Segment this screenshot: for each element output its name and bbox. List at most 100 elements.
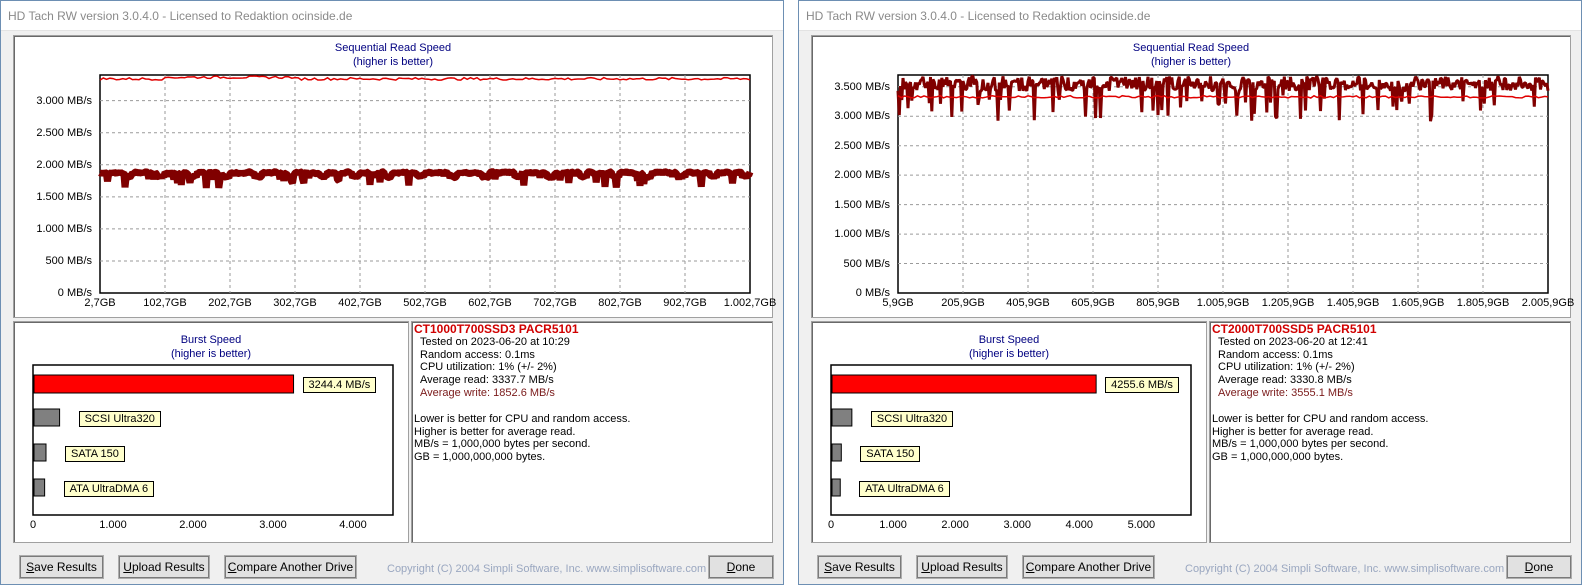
tested-date: Tested on 2023-06-20 at 12:41 [1218, 335, 1368, 348]
info-note: Lower is better for CPU and random acces… [1212, 412, 1429, 425]
y-tick-label: 2.500 MB/s [36, 126, 92, 139]
y-tick-label: 3.500 MB/s [834, 80, 890, 93]
burst-axis-label: 3.000 [259, 519, 287, 531]
window-title: HD Tach RW version 3.0.4.0 - Licensed to… [8, 9, 353, 23]
copyright-link[interactable]: Copyright (C) 2004 Simpli Software, Inc.… [387, 563, 706, 575]
save-results-button-accelerator: S [26, 560, 35, 574]
info-note: Higher is better for average read. [1212, 425, 1374, 438]
save-results-button-accelerator: S [824, 560, 833, 574]
ref-bar [831, 408, 853, 427]
done-button-accelerator: D [726, 560, 736, 574]
burst-bar [831, 374, 1097, 394]
upload-results-button-label: pload Results [131, 560, 205, 574]
seq-plot [896, 74, 1550, 294]
y-tick-label: 500 MB/s [843, 257, 890, 270]
seq-plot [98, 74, 754, 294]
drive-model: CT2000T700SSD5 PACR5101 [1212, 322, 1377, 336]
drive-info-panel: CT2000T700SSD5 PACR5101 Tested on 2023-06… [1209, 321, 1571, 543]
y-tick-label: 2.000 MB/s [36, 158, 92, 171]
done-button-label: one [735, 560, 756, 574]
burst-axis-label: 4.000 [339, 519, 367, 531]
ref-label: SATA 150 [65, 446, 125, 462]
average-write: Average write: 1852.6 MB/s [420, 386, 555, 399]
burst-chart-title: Burst Speed [180, 334, 242, 346]
burst-bar [33, 374, 295, 394]
drive-stats: Tested on 2023-06-20 at 10:29 Random acce… [414, 336, 630, 400]
y-tick-label: 2.500 MB/s [834, 139, 890, 152]
burst-speed-panel: Burst Speed (higher is better) 3244.4 MB/s… [13, 321, 409, 543]
seq-chart-title: Sequential Read Speed [334, 42, 452, 54]
ref-label: SCSI Ultra320 [870, 411, 954, 427]
x-tick-label: 2.005,9GB [1521, 297, 1575, 309]
upload-results-button-accelerator: U [921, 560, 930, 574]
compare-another-drive-button[interactable]: Compare Another Drive [224, 555, 357, 579]
burst-value-label: 3244.4 MB/s [302, 377, 377, 393]
compare-another-drive-button[interactable]: Compare Another Drive [1022, 555, 1155, 579]
burst-chart-subtitle: (higher is better) [968, 348, 1050, 360]
burst-speed-panel: Burst Speed (higher is better) 4255.6 MB/s… [811, 321, 1207, 543]
save-results-button-label: ave Results [34, 560, 97, 574]
upload-results-button[interactable]: Upload Results [916, 555, 1008, 579]
window-title: HD Tach RW version 3.0.4.0 - Licensed to… [806, 9, 1151, 23]
x-tick-label: 1.002,7GB [723, 297, 777, 309]
ref-bar [831, 478, 841, 497]
info-notes: Lower is better for CPU and random acces… [1212, 413, 1428, 464]
compare-another-drive-button-label: ompare Another Drive [1034, 560, 1152, 574]
info-note: Lower is better for CPU and random acces… [414, 412, 631, 425]
upload-results-button-accelerator: U [123, 560, 132, 574]
info-notes: Lower is better for CPU and random acces… [414, 413, 630, 464]
cpu-utilization: CPU utilization: 1% (+/- 2%) [420, 361, 557, 374]
drive-model: CT1000T700SSD3 PACR5101 [414, 322, 579, 336]
info-note: MB/s = 1,000,000 bytes per second. [414, 438, 591, 451]
ref-label: ATA UltraDMA 6 [63, 481, 155, 497]
save-results-button-label: ave Results [832, 560, 895, 574]
burst-value-label: 4255.6 MB/s [1105, 377, 1179, 393]
average-read: Average read: 3330.8 MB/s [1218, 374, 1352, 387]
y-tick-label: 1.500 MB/s [834, 198, 890, 211]
info-note: GB = 1,000,000,000 bytes. [414, 451, 546, 464]
done-button[interactable]: Done [1506, 555, 1572, 579]
save-results-button[interactable]: Save Results [817, 555, 902, 579]
title-bar[interactable]: HD Tach RW version 3.0.4.0 - Licensed to… [799, 1, 1581, 31]
upload-results-button[interactable]: Upload Results [118, 555, 210, 579]
y-tick-label: 1.000 MB/s [834, 228, 890, 241]
y-tick-label: 1.500 MB/s [36, 190, 92, 203]
title-bar[interactable]: HD Tach RW version 3.0.4.0 - Licensed to… [1, 1, 783, 31]
ref-label: SCSI Ultra320 [78, 411, 161, 427]
done-button[interactable]: Done [708, 555, 774, 579]
random-access: Random access: 0.1ms [420, 348, 535, 361]
burst-axis-label: 5.000 [1127, 519, 1156, 531]
hdtach-window-1: HD Tach RW version 3.0.4.0 - Licensed to… [0, 0, 784, 585]
random-access: Random access: 0.1ms [1218, 348, 1333, 361]
drive-info-text: CT2000T700SSD5 PACR5101 Tested on 2023-06… [1212, 323, 1428, 464]
tested-date: Tested on 2023-06-20 at 10:29 [420, 335, 570, 348]
drive-info-text: CT1000T700SSD3 PACR5101 Tested on 2023-06… [414, 323, 630, 464]
copyright-link[interactable]: Copyright (C) 2004 Simpli Software, Inc.… [1185, 563, 1504, 575]
ref-label: ATA UltraDMA 6 [859, 481, 950, 497]
seq-chart-title: Sequential Read Speed [1132, 42, 1250, 54]
burst-axis-label: 0 [29, 519, 37, 531]
save-results-button[interactable]: Save Results [19, 555, 104, 579]
drive-info-panel: CT1000T700SSD3 PACR5101 Tested on 2023-06… [411, 321, 773, 543]
seq-chart-subtitle: (higher is better) [1150, 56, 1232, 68]
burst-axis-label: 1.000 [99, 519, 127, 531]
y-tick-label: 3.000 MB/s [36, 94, 92, 107]
done-button-accelerator: D [1524, 560, 1534, 574]
ref-label: SATA 150 [860, 446, 921, 462]
ref-bar [33, 443, 47, 462]
upload-results-button-label: pload Results [929, 560, 1003, 574]
info-note: MB/s = 1,000,000 bytes per second. [1212, 438, 1389, 451]
ref-bar [33, 408, 61, 427]
ref-bar [831, 443, 842, 462]
hdtach-window-2: HD Tach RW version 3.0.4.0 - Licensed to… [798, 0, 1582, 585]
seq-chart-subtitle: (higher is better) [352, 56, 434, 68]
drive-stats: Tested on 2023-06-20 at 12:41 Random acce… [1212, 336, 1428, 400]
burst-chart-title: Burst Speed [978, 334, 1040, 346]
burst-axis-label: 2.000 [179, 519, 207, 531]
sequential-read-panel: Sequential Read Speed (higher is better) 3… [811, 35, 1574, 318]
y-tick-label: 2.000 MB/s [834, 169, 890, 182]
compare-another-drive-button-label: ompare Another Drive [236, 560, 354, 574]
burst-chart-subtitle: (higher is better) [170, 348, 252, 360]
y-tick-label: 3.000 MB/s [834, 110, 890, 123]
y-tick-label: 1.000 MB/s [36, 222, 92, 235]
